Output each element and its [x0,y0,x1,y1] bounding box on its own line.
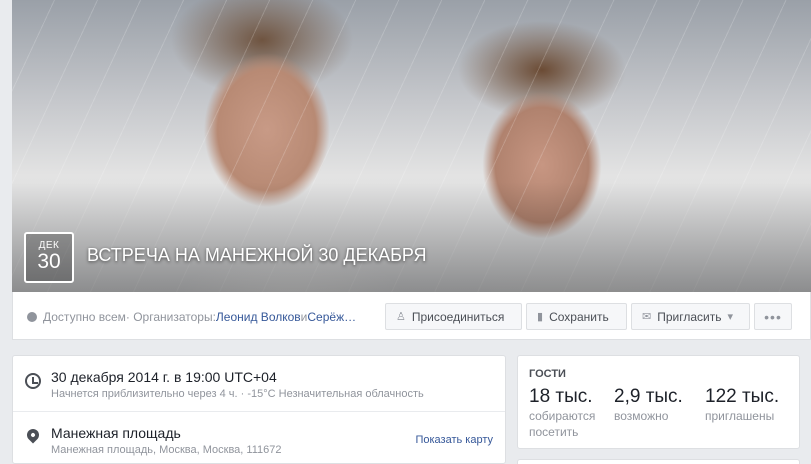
guests-going-label-2: посетить [529,425,579,439]
privacy-label: Доступно всем [43,310,126,324]
cover-gradient-overlay [12,182,811,292]
show-map-link[interactable]: Показать карту [415,434,493,446]
person-icon: ♙ [396,311,406,323]
organizer-link-2[interactable]: Серёж… [307,310,356,324]
event-date-badge: ДЕК 30 [24,232,74,283]
clock-icon [25,373,41,389]
event-place-row: Манежная площадь Манежная площадь, Москв… [13,412,505,464]
invite-label: Пригласить [657,309,722,324]
event-cover-photo[interactable]: ДЕК 30 ВСТРЕЧА НА МАНЕЖНОЙ 30 ДЕКАБРЯ [12,0,811,292]
guests-going-label-1: собираются [529,409,596,423]
guests-maybe-stat[interactable]: 2,9 тыс. возможно [614,386,683,424]
join-label: Присоединиться [411,309,505,324]
organizers-conjunction: и [300,310,308,324]
event-date-day: 30 [37,250,61,273]
guests-going-count: 18 тыс. [529,386,593,407]
event-details-card: 30 декабря 2014 г. в 19:00 UTC+04 Начнет… [12,355,506,464]
save-button[interactable]: ▮ Сохранить [526,303,627,330]
event-guests-card: ГОСТИ 18 тыс. собираются посетить 2,9 ты… [517,355,800,449]
guests-maybe-label: возможно [614,409,669,423]
event-time-info: Начнется приблизительно через 4 ч. · -15… [51,388,424,400]
event-place[interactable]: Манежная площадь [51,425,181,441]
organizers-label: · Организаторы: [125,310,216,324]
join-button[interactable]: ♙ Присоединиться [385,303,522,330]
envelope-icon: ✉ [642,311,652,323]
event-title: ВСТРЕЧА НА МАНЕЖНОЙ 30 ДЕКАБРЯ [87,245,427,265]
globe-icon [27,312,37,322]
guests-invited-stat[interactable]: 122 тыс. приглашены [705,386,779,424]
guests-invited-count: 122 тыс. [705,386,780,407]
organizer-link-1[interactable]: Леонид Волков [216,310,301,324]
event-actions: ♙ Присоединиться ▮ Сохранить ✉ Пригласит… [385,303,796,330]
invite-button[interactable]: ✉ Пригласить ▾ [631,303,750,330]
guests-going-stat[interactable]: 18 тыс. собираются посетить [529,386,595,440]
event-address: Манежная площадь, Москва, Москва, 111672 [51,444,282,456]
event-time-row: 30 декабря 2014 г. в 19:00 UTC+04 Начнет… [13,356,505,412]
save-label: Сохранить [549,309,609,324]
event-privacy-organizers: Доступно всем · Организаторы: Леонид Вол… [27,310,356,324]
bookmark-icon: ▮ [537,311,544,323]
dropdown-arrow-icon: ▾ [727,311,733,323]
map-pin-icon [24,426,42,444]
guests-maybe-count: 2,9 тыс. [614,386,683,407]
event-time: 30 декабря 2014 г. в 19:00 UTC+04 [51,369,277,385]
guests-title: ГОСТИ [529,368,566,380]
more-options-button[interactable]: ••• [754,303,792,330]
event-info-bar: Доступно всем · Организаторы: Леонид Вол… [12,292,811,340]
guests-invited-label: приглашены [705,409,775,423]
next-card-edge [517,459,800,464]
